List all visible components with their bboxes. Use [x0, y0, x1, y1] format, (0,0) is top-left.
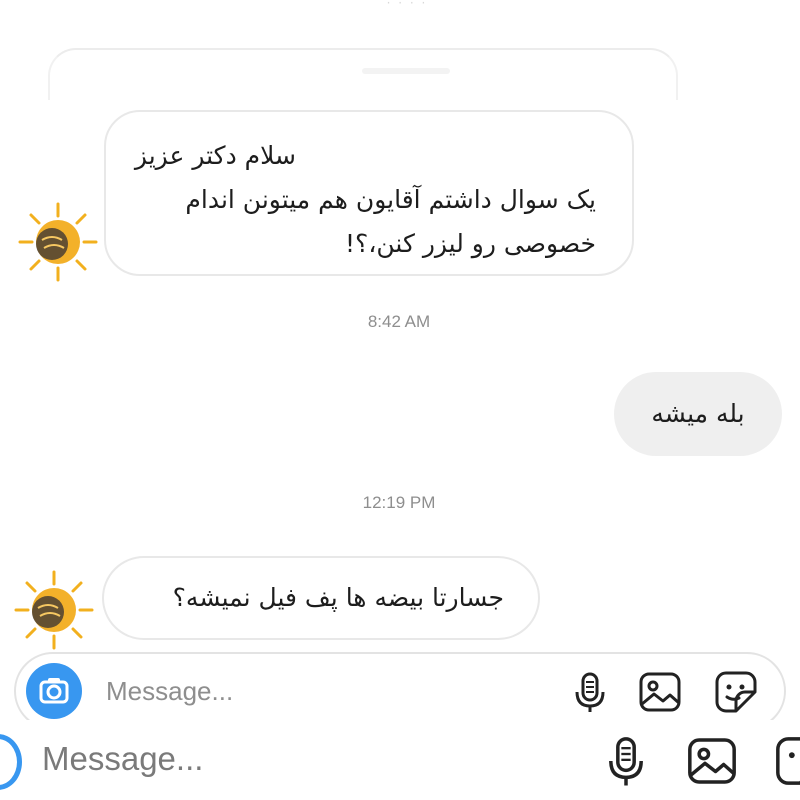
incoming-message-bubble[interactable]: جسارتا بیضه ها پف فیل نمیشه؟	[102, 556, 540, 640]
sender-avatar[interactable]	[12, 568, 96, 652]
message-line: سلام دکتر عزیز	[134, 141, 296, 170]
message-timestamp: 8:42 AM	[367, 312, 431, 331]
sticker-icon	[715, 671, 757, 713]
message-line: خصوصی رو لیزر کنن،؟!	[345, 229, 596, 258]
sender-avatar[interactable]	[16, 200, 100, 284]
sticker-button[interactable]	[712, 668, 760, 716]
camera-button[interactable]	[26, 663, 82, 719]
camera-button[interactable]	[0, 734, 22, 790]
gallery-icon	[639, 672, 681, 712]
gallery-button[interactable]	[636, 668, 684, 716]
message-input[interactable]	[42, 734, 502, 784]
message-text: بله میشه	[651, 399, 745, 428]
message-timestamp: 12:19 PM	[362, 493, 436, 512]
microphone-icon	[609, 737, 643, 786]
sun-avatar-icon	[14, 570, 94, 650]
message-input[interactable]	[106, 670, 536, 712]
camera-icon	[39, 678, 69, 704]
sticker-button[interactable]	[772, 732, 800, 790]
sun-avatar-icon	[18, 202, 98, 282]
voice-message-button[interactable]	[566, 668, 614, 716]
message-composer	[14, 652, 786, 730]
incoming-message-bubble[interactable]: سلام دکتر عزیز یک سوال داشتم آقایون هم م…	[104, 110, 634, 276]
faded-previous-content: · · · ·	[386, 0, 428, 10]
outgoing-message-bubble[interactable]: بله میشه	[614, 372, 782, 456]
gallery-icon	[688, 738, 736, 784]
microphone-icon	[575, 672, 605, 712]
sticker-icon	[776, 737, 800, 785]
message-line: یک سوال داشتم آقایون هم میتونن اندام	[185, 185, 596, 214]
voice-message-button[interactable]	[598, 732, 654, 790]
faded-previous-bubble	[48, 48, 678, 100]
message-text: جسارتا بیضه ها پف فیل نمیشه؟	[172, 583, 504, 612]
chat-screen: · · · · سلام دکتر عزیز یک سوال داشتم آقا…	[0, 0, 800, 800]
duplicate-message-composer	[0, 720, 800, 800]
gallery-button[interactable]	[684, 732, 740, 790]
